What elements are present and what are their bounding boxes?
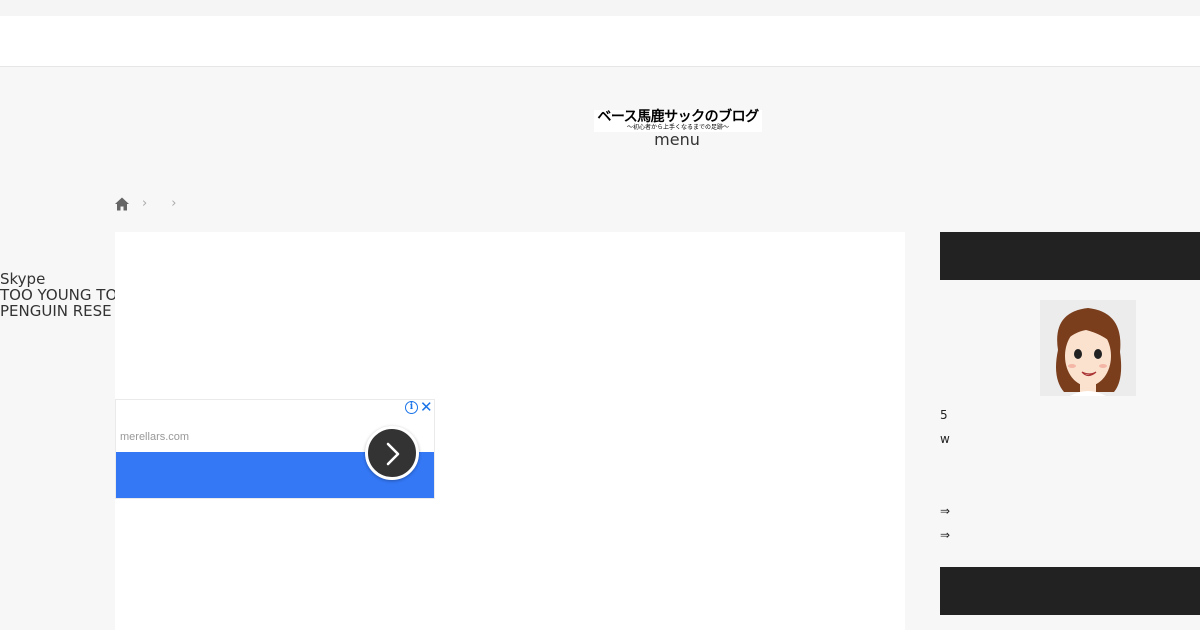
sns-item-skype[interactable]: Skype [0, 271, 115, 287]
chevron-right-icon: › [171, 196, 177, 211]
sns-item-too-young[interactable]: TOO YOUNG TO [0, 287, 115, 303]
sidebar-link-1[interactable]: ⇒ [940, 504, 950, 518]
top-strip [0, 0, 1200, 16]
ad-info-icon[interactable]: i [405, 401, 418, 414]
sidebar-text-2: w [940, 432, 950, 446]
sidebar-widget-header [940, 232, 1200, 280]
breadcrumb: › › [114, 195, 186, 213]
ad-banner[interactable]: i ✕ merellars.com [115, 399, 435, 499]
sns-item-penguin[interactable]: PENGUIN RESE [0, 303, 115, 319]
chevron-right-icon: › [142, 196, 148, 211]
top-navbar [0, 16, 1200, 67]
home-icon[interactable] [114, 196, 130, 212]
avatar [1040, 300, 1136, 396]
sidebar-widget-header [940, 567, 1200, 615]
sidebar-link-2[interactable]: ⇒ [940, 528, 950, 542]
sidebar-text-1: 5 [940, 408, 948, 422]
sns-list: Skype TOO YOUNG TO PENGUIN RESE [0, 271, 115, 319]
ad-domain: merellars.com [120, 431, 190, 443]
ad-close-icon[interactable]: ✕ [420, 399, 433, 415]
menu-button[interactable]: menu [640, 130, 714, 149]
site-logo[interactable]: ベース馬鹿サックのブログ 〜初心者から上手くなるまでの足跡〜 [594, 110, 762, 132]
arrow-right-icon[interactable] [365, 426, 419, 480]
logo-title: ベース馬鹿サックのブログ [597, 109, 759, 125]
